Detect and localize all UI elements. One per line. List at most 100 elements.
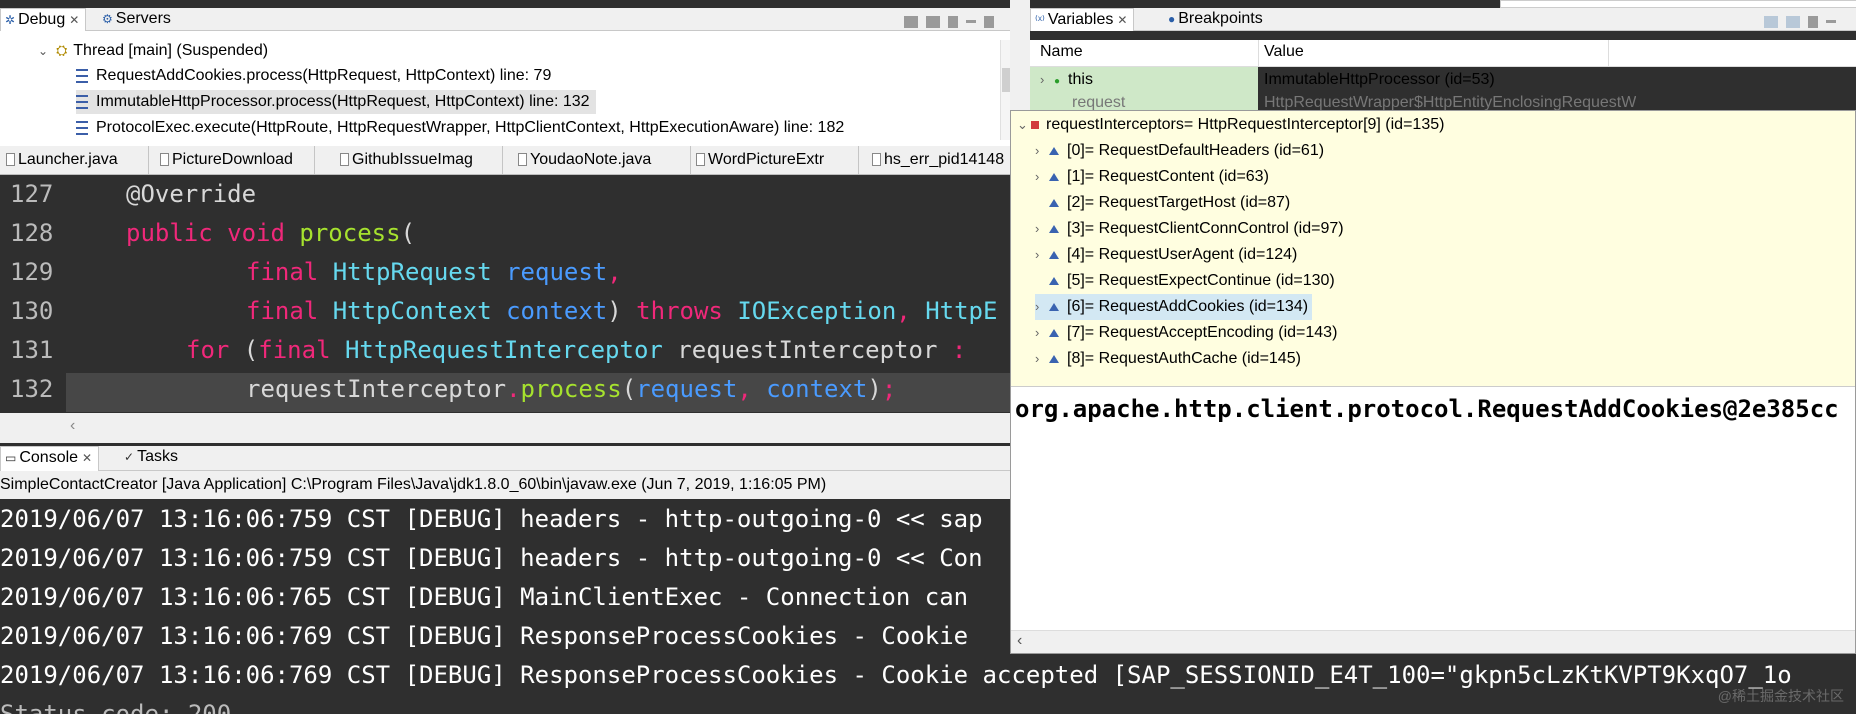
chevron-right-icon[interactable]: ›	[1040, 67, 1054, 93]
chevron-right-icon[interactable]: ›	[1035, 164, 1049, 190]
column-name[interactable]: Name	[1040, 43, 1083, 61]
line-number: 127	[10, 180, 54, 208]
editor-tab[interactable]: Launcher.java	[0, 146, 149, 174]
toolbar-strip	[1500, 0, 1856, 8]
stack-frame-row-selected[interactable]: ImmutableHttpProcessor.process(HttpReque…	[76, 90, 596, 114]
view-menu-icon[interactable]	[948, 15, 958, 28]
view-menu-icon[interactable]	[1808, 15, 1818, 28]
line-number: 131	[10, 336, 54, 364]
console-line: 2019/06/07 13:16:06:769 CST [DEBUG] Resp…	[0, 622, 969, 650]
code-line: for (final HttpRequestInterceptor reques…	[186, 336, 967, 364]
field-triangle-icon	[1049, 354, 1059, 363]
column-divider	[1608, 40, 1609, 66]
editor-tabbar: Launcher.java PictureDownload GithubIssu…	[0, 146, 1029, 175]
skip-icon[interactable]	[926, 15, 940, 28]
editor-tab[interactable]: GithubIssueImag	[334, 146, 503, 174]
tab-tasks[interactable]: ✓ Tasks	[120, 446, 184, 470]
variables-toolbar	[1760, 13, 1840, 31]
thread-icon: ⛭	[56, 42, 68, 58]
servers-icon: ⚙	[102, 12, 113, 26]
column-value[interactable]: Value	[1264, 43, 1304, 61]
inspect-root[interactable]: ⌄ requestInterceptors= HttpRequestInterce…	[1017, 112, 1444, 138]
editor-tab[interactable]: hs_err_pid14148	[866, 146, 1029, 174]
code-line: requestInterceptor.process(request, cont…	[246, 375, 897, 403]
inspect-item[interactable]: › [4]= RequestUserAgent (id=124)	[1035, 242, 1297, 268]
maximize-icon[interactable]	[984, 15, 994, 28]
chevron-down-icon[interactable]: ⌄	[1017, 112, 1031, 138]
inspect-item[interactable]: › [0]= RequestDefaultHeaders (id=61)	[1035, 138, 1324, 164]
console-line: Status code: 200	[0, 700, 232, 714]
debug-view-toolbar	[900, 13, 998, 31]
tab-servers[interactable]: ⚙ Servers	[98, 8, 177, 30]
code-line: @Override	[126, 180, 257, 208]
line-number: 132	[10, 375, 54, 403]
tab-console[interactable]: ▭ Console ✕	[0, 446, 100, 471]
inspect-popup[interactable]: ⌄ requestInterceptors= HttpRequestInterce…	[1010, 110, 1856, 654]
code-editor[interactable]: 127 128 129 130 131 132 @Override public…	[0, 175, 1010, 413]
tab-variables[interactable]: ⁽ˣ⁾ Variables ✕	[1030, 8, 1135, 31]
chevron-right-icon[interactable]: ›	[1035, 346, 1049, 372]
tasks-icon: ✓	[124, 450, 135, 464]
field-triangle-icon	[1049, 328, 1059, 337]
variable-row-request[interactable]: request	[1030, 93, 1258, 110]
field-private-icon	[1031, 120, 1039, 129]
stack-frame-row[interactable]: ProtocolExec.execute(HttpRoute, HttpRequ…	[76, 116, 844, 140]
field-triangle-icon	[1049, 250, 1059, 259]
show-type-names-icon[interactable]	[1764, 15, 1778, 28]
code-line: public void process(	[126, 219, 416, 247]
remove-terminated-icon[interactable]	[904, 15, 918, 28]
minimize-icon[interactable]	[1826, 20, 1836, 24]
editor-tab[interactable]: WordPictureExtr	[690, 146, 859, 174]
variables-tabbar: ⁽ˣ⁾ Variables ✕ ● Breakpoints	[1030, 8, 1856, 31]
breakpoints-icon: ●	[1168, 12, 1176, 26]
detail-pane[interactable]: org.apache.http.client.protocol.RequestA…	[1011, 386, 1855, 653]
inspect-item[interactable]: › [7]= RequestAcceptEncoding (id=143)	[1035, 320, 1337, 346]
chevron-right-icon[interactable]: ›	[1035, 138, 1049, 164]
inspect-item[interactable]: › [1]= RequestContent (id=63)	[1035, 164, 1269, 190]
thread-row[interactable]: ⌄ ⛭ Thread [main] (Suspended)	[38, 38, 268, 62]
detail-text: org.apache.http.client.protocol.RequestA…	[1015, 395, 1839, 423]
view-sash[interactable]	[1010, 0, 1030, 110]
console-line: 2019/06/07 13:16:06:759 CST [DEBUG] head…	[0, 544, 983, 572]
field-triangle-icon	[1049, 172, 1059, 181]
inspect-item[interactable]: › [3]= RequestClientConnControl (id=97)	[1035, 216, 1344, 242]
line-number: 128	[10, 219, 54, 247]
close-icon[interactable]: ✕	[1117, 13, 1127, 27]
chevron-down-icon[interactable]: ⌄	[38, 44, 48, 58]
chevron-right-icon[interactable]: ›	[1035, 216, 1049, 242]
scroll-left-icon[interactable]: ‹	[70, 417, 75, 435]
minimize-icon[interactable]	[966, 20, 976, 24]
collapse-all-icon[interactable]	[1786, 15, 1800, 28]
line-number-gutter: 127 128 129 130 131 132	[0, 175, 62, 413]
variable-value: ImmutableHttpProcessor (id=53)	[1264, 71, 1495, 88]
console-line: 2019/06/07 13:16:06:765 CST [DEBUG] Main…	[0, 583, 969, 611]
chevron-right-icon[interactable]: ›	[1035, 242, 1049, 268]
scroll-left-icon[interactable]: ‹	[1017, 632, 1022, 650]
field-triangle-icon	[1049, 224, 1059, 233]
watermark: @稀土掘金技术社区	[1717, 688, 1844, 704]
chevron-right-icon[interactable]: ›	[1035, 320, 1049, 346]
stack-frame-icon	[76, 68, 88, 83]
stack-frame-icon	[76, 120, 88, 135]
close-icon[interactable]: ✕	[69, 13, 79, 27]
local-variable-icon: ●	[1054, 76, 1061, 87]
tab-debug[interactable]: ✲ Debug ✕	[0, 8, 87, 31]
column-divider	[1258, 40, 1259, 66]
inspect-item[interactable]: [2]= RequestTargetHost (id=87)	[1035, 190, 1290, 216]
editor-tab[interactable]: PictureDownload	[154, 146, 315, 174]
stack-frame-row[interactable]: RequestAddCookies.process(HttpRequest, H…	[76, 64, 551, 88]
chevron-right-icon[interactable]: ›	[1035, 294, 1049, 320]
close-icon[interactable]: ✕	[82, 451, 92, 465]
stack-frame-icon	[76, 94, 88, 109]
variable-row-this[interactable]: › ● this	[1030, 67, 1258, 93]
editor-tab[interactable]: YoudaoNote.java	[512, 146, 691, 174]
inspect-item[interactable]: › [6]= RequestAddCookies (id=134)	[1035, 294, 1313, 320]
console-icon: ▭	[5, 451, 17, 465]
inspect-item[interactable]: [5]= RequestExpectContinue (id=130)	[1035, 268, 1335, 294]
field-triangle-icon	[1049, 302, 1059, 311]
editor-hscroll[interactable]: ‹	[0, 413, 1010, 443]
popup-hscroll[interactable]: ‹	[1011, 630, 1855, 653]
tab-breakpoints[interactable]: ● Breakpoints	[1164, 8, 1269, 30]
inspect-item[interactable]: › [8]= RequestAuthCache (id=145)	[1035, 346, 1301, 372]
variables-icon: ⁽ˣ⁾	[1035, 13, 1045, 27]
